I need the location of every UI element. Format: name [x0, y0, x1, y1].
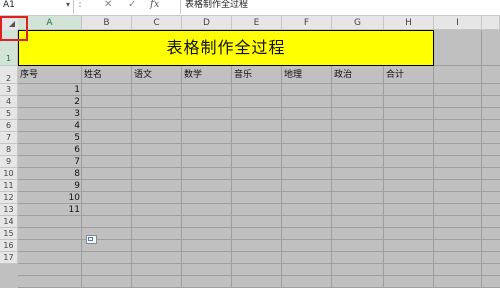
row-header-10[interactable]: 10 — [0, 168, 18, 180]
formula-input[interactable]: 表格制作全过程 — [180, 0, 500, 14]
row-header-8[interactable]: 8 — [0, 144, 18, 156]
paste-options-icon[interactable] — [86, 235, 97, 244]
header-cell[interactable]: 序号 — [18, 66, 80, 84]
name-box[interactable]: A1 ▾ — [0, 0, 74, 14]
row-gridline — [18, 143, 500, 144]
column-header-D[interactable]: D — [182, 16, 232, 30]
column-gridline — [81, 66, 82, 288]
row-gridline — [18, 215, 500, 216]
column-header-G[interactable]: G — [332, 16, 384, 30]
row-header-3[interactable]: 3 — [0, 84, 18, 96]
header-cell[interactable]: 合计 — [384, 66, 432, 84]
header-cell[interactable]: 姓名 — [82, 66, 130, 84]
column-header-H[interactable]: H — [384, 16, 434, 30]
row-header-4[interactable]: 4 — [0, 96, 18, 108]
serial-number-cell[interactable]: 3 — [18, 108, 80, 120]
column-gridline — [331, 66, 332, 288]
paste-options-glyph — [88, 237, 93, 241]
column-header-F[interactable]: F — [282, 16, 332, 30]
serial-number-cell[interactable]: 5 — [18, 132, 80, 144]
serial-number-cell[interactable]: 11 — [18, 204, 80, 216]
row-header-5[interactable]: 5 — [0, 108, 18, 120]
header-cell[interactable]: 政治 — [332, 66, 382, 84]
serial-number-cell[interactable]: 1 — [18, 84, 80, 96]
row-header-12[interactable]: 12 — [0, 192, 18, 204]
column-gridline — [433, 30, 434, 288]
highlight-box — [0, 16, 28, 41]
row-gridline — [18, 155, 500, 156]
serial-number-cell[interactable]: 6 — [18, 144, 80, 156]
row-gridline — [18, 179, 500, 180]
serial-number-cell[interactable]: 4 — [18, 120, 80, 132]
row-gridline — [18, 119, 500, 120]
column-header-E[interactable]: E — [232, 16, 282, 30]
serial-number-cell[interactable]: 7 — [18, 156, 80, 168]
header-cell[interactable]: 地理 — [282, 66, 330, 84]
row-header-6[interactable]: 6 — [0, 120, 18, 132]
serial-number-cell[interactable]: 10 — [18, 192, 80, 204]
row-gridline — [18, 95, 500, 96]
column-gridline — [131, 66, 132, 288]
row-gridline — [18, 251, 500, 252]
column-header-overflow — [482, 16, 500, 30]
formula-bar: A1 ▾ ⋮ ✕ ✓ fx 表格制作全过程 — [0, 0, 500, 16]
serial-number-cell[interactable]: 2 — [18, 96, 80, 108]
row-header-13[interactable]: 13 — [0, 204, 18, 216]
column-header-C[interactable]: C — [132, 16, 182, 30]
row-header-17[interactable]: 17 — [0, 252, 18, 264]
sheet-title-cell[interactable]: 表格制作全过程 — [18, 30, 434, 66]
insert-function-button[interactable]: fx — [150, 0, 159, 14]
column-header-I[interactable]: I — [434, 16, 482, 30]
confirm-formula-button[interactable]: ✓ — [128, 0, 136, 14]
row-header-16[interactable]: 16 — [0, 240, 18, 252]
cancel-formula-button[interactable]: ✕ — [104, 0, 112, 14]
chevron-down-icon[interactable]: ▾ — [66, 0, 70, 10]
serial-number-cell[interactable]: 9 — [18, 180, 80, 192]
row-header-7[interactable]: 7 — [0, 132, 18, 144]
serial-number-cell[interactable]: 8 — [18, 168, 80, 180]
header-cell[interactable]: 语文 — [132, 66, 180, 84]
row-header-15[interactable]: 15 — [0, 228, 18, 240]
row-gridline — [18, 131, 500, 132]
row-gridline — [18, 107, 500, 108]
row-gridline — [18, 227, 500, 228]
column-gridline — [281, 66, 282, 288]
row-header-11[interactable]: 11 — [0, 180, 18, 192]
column-gridline — [481, 30, 482, 288]
column-gridline — [231, 66, 232, 288]
row-gridline — [18, 167, 500, 168]
row-header-2[interactable]: 2 — [0, 66, 18, 84]
column-gridline — [383, 66, 384, 288]
row-gridline — [18, 203, 500, 204]
header-cell[interactable]: 音乐 — [232, 66, 280, 84]
header-cell[interactable]: 数学 — [182, 66, 230, 84]
name-box-value: A1 — [3, 0, 15, 10]
row-header-9[interactable]: 9 — [0, 156, 18, 168]
row-header-14[interactable]: 14 — [0, 216, 18, 228]
row-gridline — [18, 191, 500, 192]
row-gridline — [18, 275, 500, 276]
column-header-B[interactable]: B — [82, 16, 132, 30]
vertical-dots-icon[interactable]: ⋮ — [73, 0, 87, 14]
row-gridline — [18, 263, 500, 264]
column-gridline — [181, 66, 182, 288]
